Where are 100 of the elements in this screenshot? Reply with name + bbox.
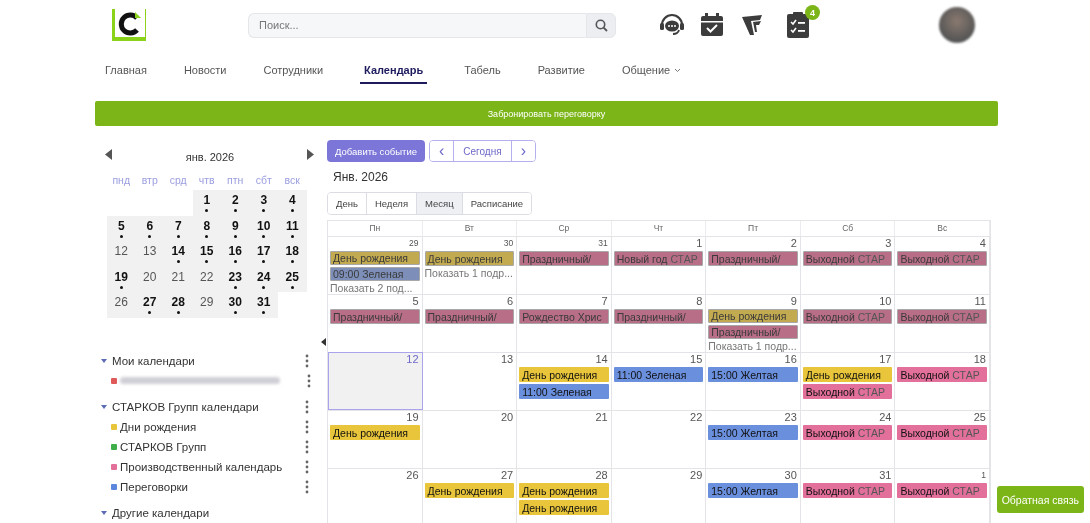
day-cell[interactable]: 1 Новый год СТАР bbox=[611, 236, 707, 294]
day-cell[interactable]: 3 Выходной СТАР bbox=[800, 236, 896, 294]
calendar-event[interactable]: Выходной СТАР bbox=[897, 367, 987, 382]
day-cell[interactable]: 15 11:00 Зеленая bbox=[611, 352, 707, 410]
calendar-event[interactable]: Выходной СТАР bbox=[802, 483, 893, 498]
day-cell[interactable]: 14 День рождения 11:00 Зеленая bbox=[517, 352, 612, 410]
day-cell[interactable]: 19 bbox=[107, 266, 136, 292]
nav-tab[interactable]: Общение bbox=[621, 56, 682, 84]
day-cell[interactable]: 25 bbox=[278, 266, 307, 292]
day-cell[interactable]: 29 День рождения 09:00 Зеленая Показать 2 под... bbox=[328, 236, 423, 294]
day-cell[interactable]: 18 Выходной СТАР bbox=[895, 352, 990, 410]
day-cell[interactable]: 8 Праздничный/ bbox=[611, 294, 707, 352]
search-button[interactable] bbox=[586, 12, 616, 38]
more-icon[interactable] bbox=[305, 459, 309, 474]
day-cell[interactable]: 29 bbox=[611, 468, 707, 523]
day-cell[interactable]: 1 bbox=[192, 190, 221, 216]
calendar-group-title[interactable]: СТАРКОВ Групп календари bbox=[112, 400, 305, 413]
day-cell[interactable]: 4 Выходной СТАР bbox=[895, 236, 990, 294]
day-cell[interactable]: 3 bbox=[249, 190, 278, 216]
day-cell[interactable]: 7 Рождество Хрис bbox=[517, 294, 612, 352]
collapse-icon[interactable] bbox=[321, 338, 326, 346]
view-tab[interactable]: Месяц bbox=[417, 193, 463, 214]
day-cell[interactable]: 21 bbox=[164, 266, 193, 292]
day-cell[interactable]: 26 bbox=[328, 468, 423, 523]
day-cell[interactable]: 19 День рождения bbox=[328, 410, 423, 468]
day-cell[interactable]: 2 Праздничный/ bbox=[706, 236, 801, 294]
day-cell[interactable]: 15 bbox=[192, 241, 221, 267]
day-cell[interactable]: 5 bbox=[107, 215, 136, 241]
caret-icon[interactable] bbox=[101, 357, 107, 364]
avatar[interactable] bbox=[939, 7, 975, 43]
day-cell[interactable]: 13 bbox=[135, 241, 164, 267]
day-cell[interactable]: 23 15:00 Желтая bbox=[706, 410, 801, 468]
day-cell[interactable]: 16 15:00 Желтая bbox=[706, 352, 801, 410]
day-cell[interactable]: 9 День рождения Праздничный/ Показать 1 подр... bbox=[706, 294, 801, 352]
day-cell[interactable]: 30 День рождения Показать 1 подр... bbox=[422, 236, 518, 294]
day-cell[interactable]: 24 Выходной СТАР bbox=[800, 410, 896, 468]
caret-icon[interactable] bbox=[101, 403, 107, 410]
day-cell[interactable]: 11 Выходной СТАР bbox=[895, 294, 990, 352]
nav-tab[interactable]: Новости bbox=[183, 56, 227, 84]
calendar-event[interactable]: 15:00 Желтая bbox=[708, 367, 798, 382]
nav-tab[interactable]: Развитие bbox=[537, 56, 585, 84]
calendar-event[interactable]: 11:00 Зеленая bbox=[519, 384, 609, 399]
calendar-event[interactable]: День рождения bbox=[424, 483, 515, 498]
day-cell[interactable]: 27 День рождения bbox=[422, 468, 518, 523]
show-more-link[interactable]: Показать 1 подр... bbox=[424, 268, 515, 279]
calendar-event[interactable]: Выходной СТАР bbox=[897, 425, 987, 440]
day-cell[interactable]: 25 Выходной СТАР bbox=[895, 410, 990, 468]
day-cell[interactable]: 13 bbox=[422, 352, 518, 410]
caret-icon[interactable] bbox=[101, 509, 107, 516]
view-tab[interactable]: День bbox=[328, 193, 367, 214]
day-cell[interactable]: 6 bbox=[135, 215, 164, 241]
day-cell[interactable]: 2 bbox=[221, 190, 250, 216]
calendar-event[interactable]: Выходной СТАР bbox=[802, 425, 893, 440]
previous-button[interactable]: ‹ bbox=[430, 141, 455, 161]
calendar-event[interactable]: 11:00 Зеленая bbox=[613, 367, 704, 382]
day-cell[interactable]: 31 bbox=[249, 292, 278, 318]
calendar-group-title[interactable]: Мои календари bbox=[112, 354, 305, 367]
day-cell[interactable]: 31 Выходной СТАР bbox=[800, 468, 896, 523]
calendar-event[interactable]: Выходной СТАР bbox=[802, 384, 893, 399]
day-cell[interactable]: 20 bbox=[422, 410, 518, 468]
add-event-button[interactable]: Добавить событие bbox=[327, 140, 425, 162]
calendar-event[interactable]: 09:00 Зеленая bbox=[330, 267, 420, 281]
day-cell[interactable]: 1 Выходной СТАР bbox=[895, 468, 990, 523]
calendar-event[interactable]: День рождения bbox=[424, 251, 515, 266]
day-cell[interactable]: 9 bbox=[221, 215, 250, 241]
day-cell[interactable]: 21 bbox=[517, 410, 612, 468]
checklist-icon[interactable] bbox=[784, 11, 812, 39]
calendar-event[interactable]: Выходной СТАР bbox=[897, 483, 987, 498]
day-cell[interactable]: 22 bbox=[611, 410, 707, 468]
day-cell[interactable]: 12 bbox=[328, 352, 423, 410]
more-icon[interactable] bbox=[305, 419, 309, 434]
day-cell[interactable]: 18 bbox=[278, 241, 307, 267]
search-field[interactable]: Поиск... bbox=[248, 12, 586, 38]
day-cell[interactable]: 30 15:00 Желтая bbox=[706, 468, 801, 523]
more-icon[interactable] bbox=[305, 353, 309, 368]
calendar-event[interactable]: День рождения bbox=[330, 425, 420, 440]
day-cell[interactable]: 6 Праздничный/ bbox=[422, 294, 518, 352]
nav-tab[interactable]: Сотрудники bbox=[263, 56, 324, 84]
show-more-link[interactable]: Показать 1 подр... bbox=[708, 341, 798, 352]
day-cell[interactable]: 26 bbox=[107, 292, 136, 318]
previous-month-button[interactable] bbox=[105, 149, 113, 161]
day-cell[interactable]: 17 bbox=[249, 241, 278, 267]
nav-tab[interactable]: Главная bbox=[105, 56, 147, 84]
day-cell[interactable]: 29 bbox=[192, 292, 221, 318]
day-cell[interactable]: 28 bbox=[164, 292, 193, 318]
day-cell[interactable]: 16 bbox=[221, 241, 250, 267]
calendar-name[interactable]: Дни рождения bbox=[120, 420, 305, 433]
day-cell[interactable]: 4 bbox=[278, 190, 307, 216]
day-cell[interactable]: 14 bbox=[164, 241, 193, 267]
next-month-button[interactable] bbox=[307, 149, 315, 161]
more-icon[interactable] bbox=[305, 439, 309, 454]
day-cell[interactable]: 12 bbox=[107, 241, 136, 267]
day-cell[interactable]: 27 bbox=[135, 292, 164, 318]
day-cell[interactable]: 5 Праздничный/ bbox=[328, 294, 423, 352]
show-more-link[interactable]: Показать 2 под... bbox=[330, 283, 420, 294]
calendar-event[interactable]: День рождения bbox=[519, 500, 609, 515]
nav-tab[interactable]: Табель bbox=[464, 56, 501, 84]
more-icon[interactable] bbox=[305, 479, 309, 494]
day-cell[interactable]: 17 День рождения Выходной СТАР bbox=[800, 352, 896, 410]
calendar-event[interactable]: День рождения bbox=[330, 251, 420, 265]
